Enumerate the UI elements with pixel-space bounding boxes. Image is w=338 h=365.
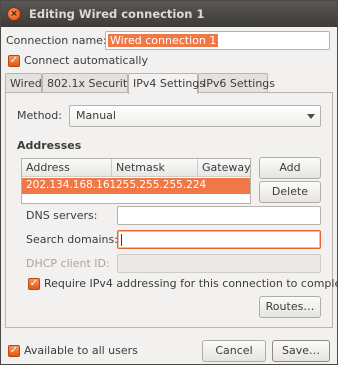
dialog-window: × Editing Wired connection 1 Connection … xyxy=(0,0,338,365)
save-button[interactable]: Save… xyxy=(272,340,330,362)
search-domains-field[interactable] xyxy=(117,230,321,249)
cancel-button[interactable]: Cancel xyxy=(202,340,266,362)
require-ipv4-checkbox[interactable]: ✓ xyxy=(28,278,40,290)
require-ipv4-label: Require IPv4 addressing for this connect… xyxy=(44,277,338,290)
title-bar: × Editing Wired connection 1 xyxy=(1,1,337,27)
add-button[interactable]: Add xyxy=(259,157,321,179)
dhcp-client-id-label: DHCP client ID: xyxy=(26,257,110,270)
method-label: Method: xyxy=(17,109,62,122)
routes-button[interactable]: Routes… xyxy=(259,296,321,318)
method-value: Manual xyxy=(76,109,116,122)
window-title: Editing Wired connection 1 xyxy=(29,7,205,21)
available-all-users-label: Available to all users xyxy=(24,344,138,357)
gateway-cell xyxy=(198,178,250,194)
tab-ipv6-settings[interactable]: IPv6 Settings xyxy=(198,73,275,93)
addresses-table[interactable]: Address Netmask Gateway 202.134.168.161 … xyxy=(21,158,251,204)
connection-name-value: Wired connection 1 xyxy=(108,34,219,47)
tab-wired[interactable]: Wired xyxy=(5,73,42,93)
column-header-address[interactable]: Address xyxy=(22,159,112,177)
available-all-users-checkbox[interactable]: ✓ xyxy=(8,345,20,357)
netmask-cell: 255.255.255.224 xyxy=(116,179,207,191)
addresses-table-header: Address Netmask Gateway xyxy=(22,159,251,177)
dhcp-client-id-field[interactable] xyxy=(117,254,321,273)
column-header-netmask[interactable]: Netmask xyxy=(112,159,198,177)
address-cell: 202.134.168.161 xyxy=(26,179,117,191)
search-domains-label: Search domains: xyxy=(26,233,118,246)
text-cursor xyxy=(121,234,122,246)
column-header-gateway[interactable]: Gateway xyxy=(198,159,251,177)
dropdown-arrow-icon xyxy=(307,114,315,119)
connection-name-field[interactable]: Wired connection 1 xyxy=(105,31,330,50)
dns-servers-field[interactable] xyxy=(117,206,321,225)
close-icon[interactable]: × xyxy=(7,7,21,21)
connect-automatically-label: Connect automatically xyxy=(24,54,148,67)
connection-name-label: Connection name: xyxy=(6,34,107,47)
tab-ipv4-settings[interactable]: IPv4 Settings xyxy=(128,73,205,94)
delete-button[interactable]: Delete xyxy=(259,181,321,203)
connect-automatically-checkbox[interactable]: ✓ xyxy=(8,55,20,67)
method-select[interactable]: Manual xyxy=(69,105,321,127)
tab-8021x-security[interactable]: 802.1x Security xyxy=(42,73,134,93)
addresses-heading: Addresses xyxy=(17,139,82,152)
dns-servers-label: DNS servers: xyxy=(26,209,98,222)
table-row[interactable]: 202.134.168.161 255.255.255.224 xyxy=(22,178,250,194)
